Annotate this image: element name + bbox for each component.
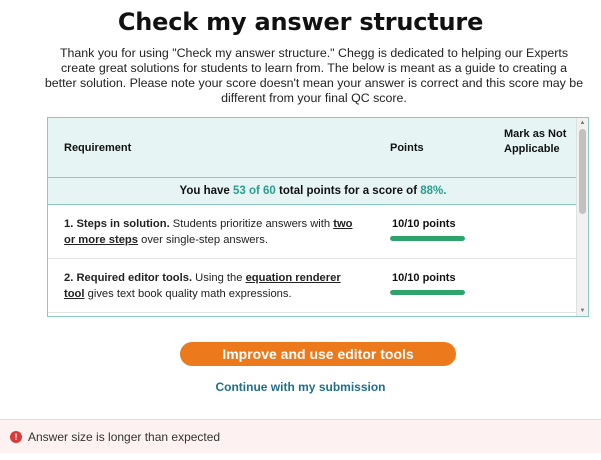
requirement-desc-before: Students prioritize answers with (169, 218, 334, 230)
points-value: 10/10 points (392, 218, 456, 230)
page-title: Check my answer structure (117, 8, 484, 36)
scroll-up-arrow-icon[interactable]: ▲ (577, 118, 588, 128)
table-scrollbar[interactable]: ▲ ▼ (576, 118, 588, 316)
requirement-number: 2. (64, 272, 74, 284)
improve-and-use-editor-tools-button[interactable]: Improve and use editor tools (180, 342, 456, 366)
score-percent: 88%. (420, 185, 447, 197)
requirement-desc-before: Using the (192, 272, 246, 284)
table-row: 1. Steps in solution. Students prioritiz… (48, 206, 578, 259)
scroll-down-arrow-icon[interactable]: ▼ (577, 306, 588, 316)
points-progress-fill (390, 236, 465, 241)
score-summary: You have 53 of 60 total points for a sco… (48, 178, 578, 205)
table-row: 2. Required editor tools. Using the equa… (48, 260, 578, 313)
points-earned: 53 of 60 (233, 185, 276, 197)
error-message: Answer size is longer than expected (28, 430, 221, 444)
requirement-title: Required editor tools. (76, 272, 193, 284)
intro-text: Thank you for using "Check my answer str… (44, 46, 584, 105)
requirement-number: 1. (64, 218, 74, 230)
points-progress-bar (390, 236, 465, 241)
error-icon: ! (10, 431, 22, 443)
summary-middle: total points for a score of (275, 185, 421, 197)
error-alert: ! Answer size is longer than expected (0, 419, 601, 453)
points-progress-bar (390, 290, 465, 295)
continue-with-submission-link[interactable]: Continue with my submission (0, 380, 601, 394)
header-requirement: Requirement (64, 142, 132, 154)
requirement-text: 1. Steps in solution. Students prioritiz… (64, 216, 364, 248)
points-value: 10/10 points (392, 272, 456, 284)
points-progress-fill (390, 290, 465, 295)
summary-prefix: You have (179, 185, 233, 197)
scroll-thumb[interactable] (579, 129, 586, 214)
requirements-table: Requirement Points Mark as Not Applicabl… (47, 117, 589, 317)
requirement-desc-after: gives text book quality math expressions… (84, 288, 292, 300)
requirement-text: 2. Required editor tools. Using the equa… (64, 270, 364, 302)
table-header: Requirement Points Mark as Not Applicabl… (48, 118, 578, 178)
header-mark-not-applicable: Mark as Not Applicable (504, 128, 567, 155)
requirement-desc-after: over single-step answers. (138, 234, 268, 246)
requirement-title: Steps in solution. (76, 218, 170, 230)
header-points: Points (390, 142, 424, 154)
